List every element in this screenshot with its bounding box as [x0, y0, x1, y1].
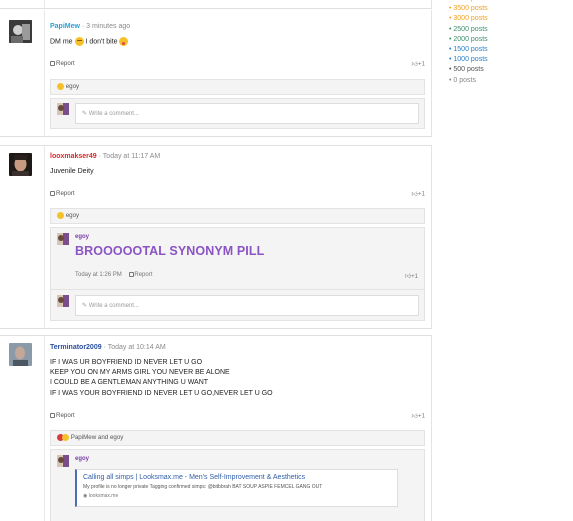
avatar[interactable]: [9, 343, 32, 366]
comment-box: ✎ Write a comment...: [50, 290, 425, 321]
report-link[interactable]: Report: [50, 412, 75, 419]
reactions-bar[interactable]: egoy: [50, 208, 425, 224]
legend-item: • 500 posts: [449, 66, 484, 74]
laugh-emoji-icon: [57, 212, 64, 219]
warning-icon: [50, 190, 55, 196]
report-link[interactable]: Report: [50, 60, 75, 67]
comment-time[interactable]: Today at 1:26 PM: [75, 272, 122, 278]
comment-text: BROOOOOTAL SYNONYM PILL: [75, 244, 265, 258]
legend-item: • 3500 posts: [449, 5, 488, 13]
tongue-emoji-icon: [119, 37, 129, 46]
reactions-bar[interactable]: PapiMew and egoy: [50, 430, 425, 446]
report-link[interactable]: Report: [50, 190, 75, 197]
comment-username[interactable]: egoy: [75, 234, 89, 240]
report-link[interactable]: Report: [129, 272, 152, 278]
legend-item: • 2500 posts: [449, 25, 488, 33]
profile-post: looxmakser49 · Today at 11:17 AM Juvenil…: [0, 145, 432, 329]
warning-icon: [50, 60, 55, 66]
like-button[interactable]: 👍︎+1: [411, 190, 425, 198]
profile-post: PapiMew · 3 minutes ago DM me I don't bi…: [0, 10, 432, 137]
current-user-avatar: [57, 295, 69, 307]
grin-emoji-icon: [57, 83, 64, 90]
post-message: Juvenile Deity: [50, 168, 94, 175]
username-link[interactable]: looxmakser49: [50, 153, 97, 160]
post-message: DM me I don't bite: [50, 37, 129, 48]
laugh-emoji-icon: [62, 434, 69, 441]
profile-post: Terminator2009 · Today at 10:14 AM IF I …: [0, 335, 432, 521]
avatar[interactable]: [9, 153, 32, 176]
avatar[interactable]: [9, 20, 32, 43]
post-count-legend: • 4000 posts• 3500 posts• 3000 posts• 25…: [449, 0, 569, 86]
comment-username[interactable]: egoy: [75, 456, 89, 462]
like-button[interactable]: 👍︎+1: [411, 60, 425, 68]
legend-item: • 1500 posts: [449, 46, 488, 54]
legend-item: • 3000 posts: [449, 15, 488, 23]
avatar[interactable]: [57, 233, 69, 245]
previous-post-edge: [0, 0, 432, 9]
post-message: IF I WAS UR BOYFRIEND ID NEVER LET U GO …: [50, 359, 273, 397]
current-user-avatar: [57, 103, 69, 115]
comment: egoy Calling all simps | Looksmax.me - M…: [50, 449, 425, 521]
reactions-bar[interactable]: egoy: [50, 79, 425, 95]
post-time[interactable]: · 3 minutes ago: [80, 23, 130, 30]
link-preview-description: My profile is no longer private Tagging …: [83, 484, 323, 490]
comment-box: ✎ Write a comment...: [50, 98, 425, 129]
link-preview-title[interactable]: Calling all simps | Looksmax.me - Men's …: [83, 474, 391, 481]
reaction-users[interactable]: egoy: [66, 83, 79, 90]
legend-item: • 2000 posts: [449, 35, 488, 43]
post-time[interactable]: · Today at 10:14 AM: [102, 344, 166, 351]
username-link[interactable]: Terminator2009: [50, 344, 102, 351]
write-comment-input[interactable]: ✎ Write a comment...: [75, 295, 419, 316]
like-button[interactable]: 👍︎+1: [405, 272, 418, 280]
warning-icon: [50, 412, 55, 418]
like-button[interactable]: 👍︎+1: [411, 412, 425, 420]
comment: egoy BROOOOOTAL SYNONYM PILL Today at 1:…: [50, 227, 425, 290]
pencil-icon: ✎: [82, 111, 89, 117]
reaction-users[interactable]: PapiMew and egoy: [71, 434, 124, 441]
smirk-emoji-icon: [74, 37, 84, 46]
reaction-users[interactable]: egoy: [66, 212, 79, 219]
link-preview-card[interactable]: Calling all simps | Looksmax.me - Men's …: [75, 469, 398, 507]
write-comment-input[interactable]: ✎ Write a comment...: [75, 103, 419, 124]
username-link[interactable]: PapiMew: [50, 23, 80, 30]
link-preview-source[interactable]: looksmax.me: [89, 493, 118, 499]
legend-item: • 1000 posts: [449, 56, 488, 64]
legend-item: • 0 posts: [449, 76, 476, 84]
avatar[interactable]: [57, 455, 69, 467]
post-time[interactable]: · Today at 11:17 AM: [97, 153, 161, 160]
pencil-icon: ✎: [82, 303, 89, 309]
